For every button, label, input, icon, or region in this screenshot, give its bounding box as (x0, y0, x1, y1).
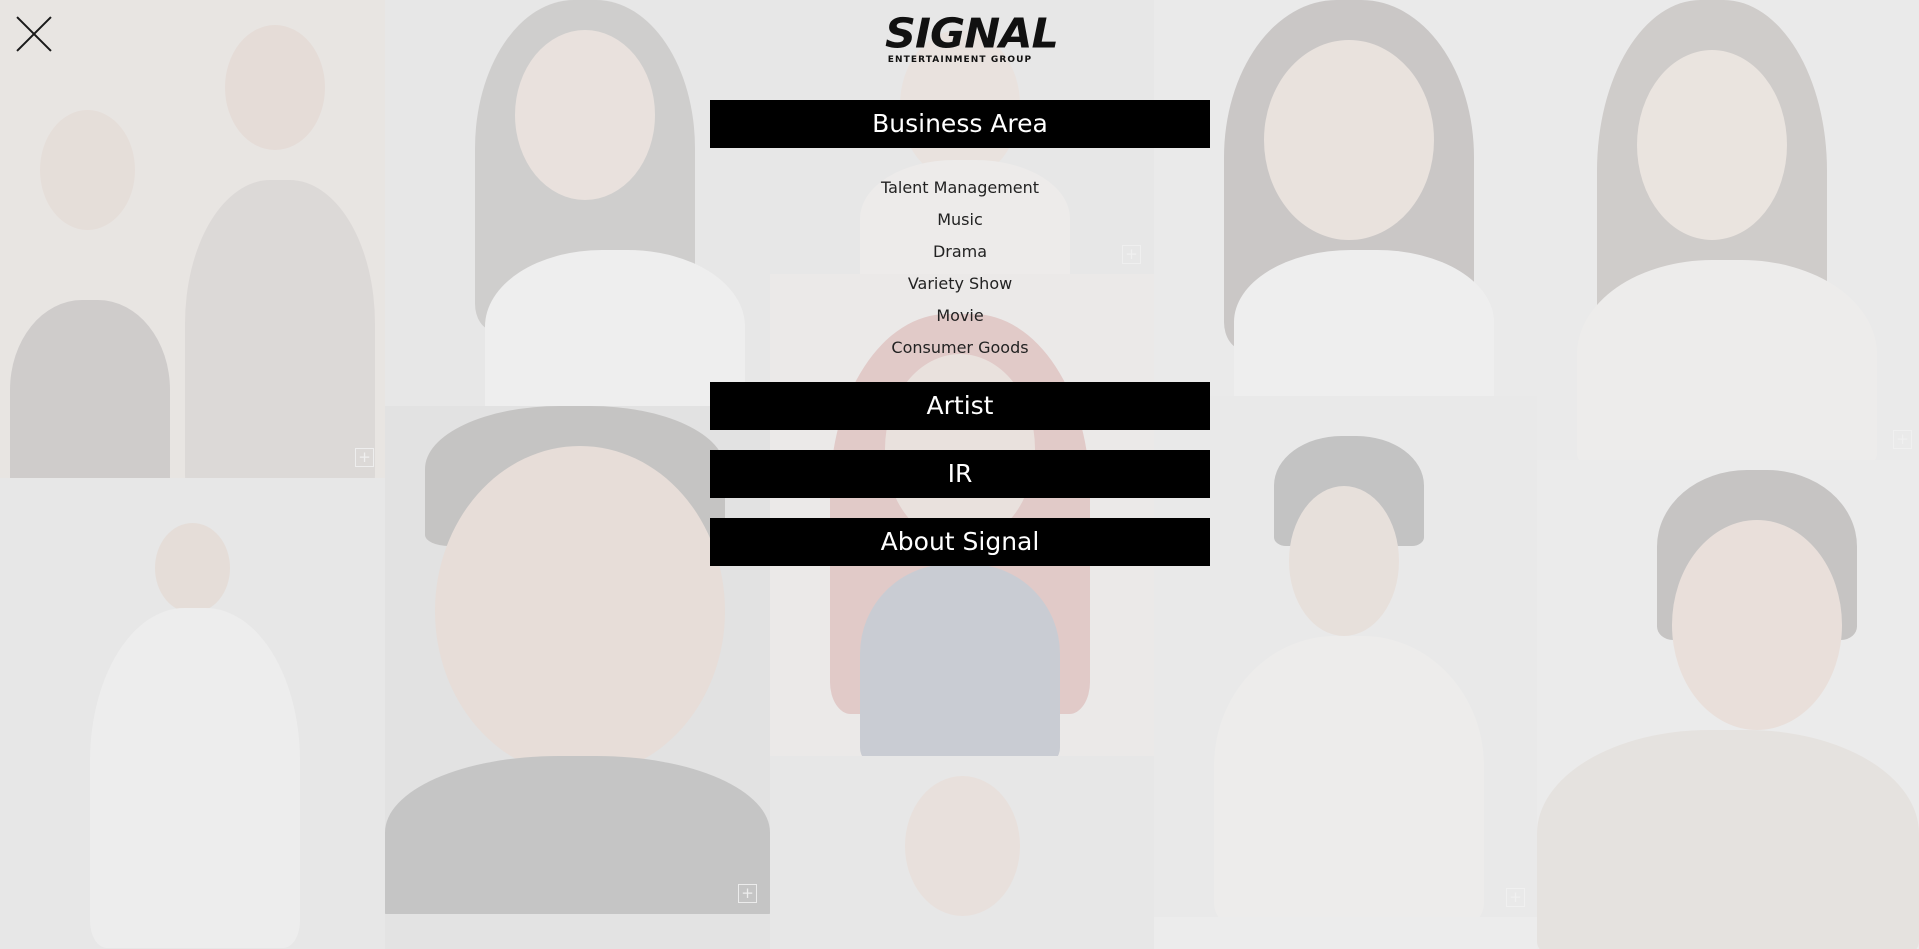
submenu-variety-show[interactable]: Variety Show (710, 268, 1210, 300)
menu-about-signal[interactable]: About Signal (710, 518, 1210, 566)
main-menu: Business Area Talent Management Music Dr… (710, 100, 1210, 566)
signal-logo[interactable]: SIGNAL ENTERTAINMENT GROUP (885, 10, 1059, 66)
submenu-movie[interactable]: Movie (710, 300, 1210, 332)
submenu-consumer-goods[interactable]: Consumer Goods (710, 332, 1210, 364)
close-x-icon[interactable] (14, 15, 54, 55)
submenu-music[interactable]: Music (710, 204, 1210, 236)
menu-ir[interactable]: IR (710, 450, 1210, 498)
menu-artist[interactable]: Artist (710, 382, 1210, 430)
business-area-submenu: Talent Management Music Drama Variety Sh… (710, 148, 1210, 382)
submenu-drama[interactable]: Drama (710, 236, 1210, 268)
submenu-talent-management[interactable]: Talent Management (710, 172, 1210, 204)
menu-business-area[interactable]: Business Area (710, 100, 1210, 148)
page: + + + (0, 0, 1919, 949)
logo-wordmark: SIGNAL (885, 10, 1059, 58)
